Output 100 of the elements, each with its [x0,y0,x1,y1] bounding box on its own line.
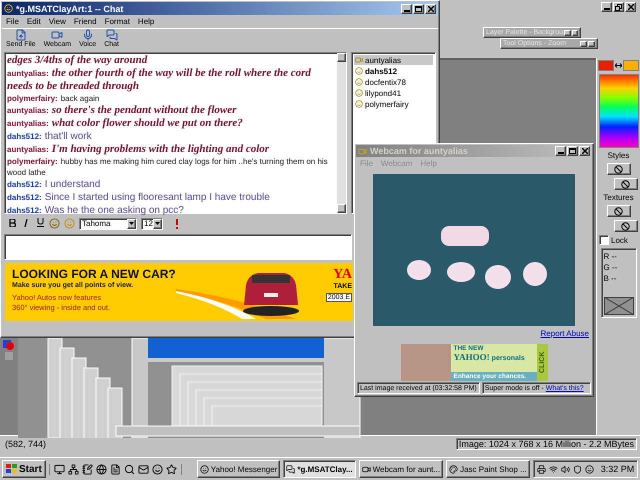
taskbar-button[interactable]: Yahoo! Messenger [196,460,280,478]
maximize-button[interactable] [567,146,578,156]
file-icon [14,29,27,41]
app-icon [362,464,371,474]
quick-launch-icon[interactable] [124,464,135,474]
quick-launch-icon[interactable] [138,464,149,474]
chat-message: polymerfairy: hubby has me making him cured clay logs for him ..he's turning them on his wood lathe [7,156,329,177]
italic-icon [23,218,29,226]
dropdown-arrow-icon [129,222,134,225]
style-button[interactable] [614,178,638,190]
alert-icon[interactable] [175,218,179,228]
color-spectrum[interactable] [598,74,638,148]
window-title: *g.MSATClayArt:1 -- Chat [16,4,124,14]
tray-icon[interactable] [548,464,558,474]
minimize-button[interactable] [401,4,412,14]
webcam-icon [358,146,367,156]
style-button[interactable] [606,163,630,175]
close-button[interactable] [425,4,436,14]
tray-icon[interactable] [572,464,582,474]
chat-message: dahs512: I understand [7,178,102,190]
taskbar-button[interactable]: *g.MSATClay... [283,460,356,478]
user-item[interactable]: lilypond41 [354,88,433,98]
app-icon [449,464,458,474]
chat-message: polymerfairy: back again [7,93,100,103]
tray-icon[interactable] [584,464,594,474]
smiley-icon [355,78,363,86]
smiley-icon [355,89,363,97]
quick-launch-icon[interactable] [54,464,65,474]
texture-button[interactable] [606,205,630,217]
user-item[interactable]: dahs512 [354,66,433,76]
maximize-icon [415,6,422,12]
quick-launch-icon[interactable] [110,464,121,474]
restore-button[interactable] [613,2,624,12]
dropdown-button[interactable] [580,40,587,46]
close-button[interactable] [625,2,636,12]
close-icon [628,4,634,10]
maximize-icon [569,148,576,154]
quick-launch-icon[interactable] [166,464,177,474]
chat-message: edges 3/4ths of the way around [7,53,148,66]
webcam-icon [355,56,363,64]
maximize-button[interactable] [413,4,424,14]
none-icon [621,180,630,188]
smiley-icon[interactable] [49,218,60,229]
underline-icon [36,218,44,227]
restore-icon [615,4,622,10]
bold-button[interactable] [7,218,17,228]
clock: 3:32 PM [600,464,634,474]
underline-button[interactable] [35,218,45,229]
chat-message: dahs512: Since I started using flooresant lamp I have trouble [7,191,271,203]
chat-message: auntyalias: the other fourth of the way will be the roll where the cord needs to be threaded through [7,66,312,92]
styles-label: Styles [608,151,630,160]
channel-reading: G -- [604,262,618,273]
quick-launch-icon[interactable] [152,464,163,474]
close-icon [428,6,434,12]
minimize-button[interactable] [555,146,566,156]
scrollbar[interactable] [337,53,346,213]
brand-text: YAHOO! [454,352,490,362]
start-button[interactable]: Start [2,460,46,478]
menu-item[interactable]: Format [104,17,130,26]
menu-item[interactable]: View [48,17,66,26]
taskbar-button[interactable]: Jasc Paint Shop ... [446,460,530,478]
menu-item[interactable]: File [6,17,19,26]
user-item[interactable]: docfentix78 [354,77,433,87]
report-abuse-link[interactable]: Report Abuse [540,329,589,338]
quick-launch-icon[interactable] [82,464,93,474]
background-color-swatch[interactable] [623,60,639,71]
size-select[interactable]: 12 [141,218,163,230]
lock-checkbox[interactable] [599,235,609,245]
window-title: Webcam for auntyalias [370,146,468,156]
close-button[interactable] [588,40,595,46]
swap-arrow-icon[interactable] [615,63,622,68]
chat-message: dahs512: Was he the one asking on pcc? [7,204,185,216]
webcam-icon [51,29,64,41]
channel-reading: R -- [604,251,617,262]
foreground-color-swatch[interactable] [598,60,614,71]
menu-item[interactable]: Help [138,17,154,26]
chat-message: auntyalias: I'm having problems with the lighting and color [7,142,270,155]
chat-message: auntyalias: so there's the pendant without the flower [7,103,238,116]
texture-button[interactable] [614,220,638,232]
taskbar-button[interactable]: Webcam for aunt... [358,460,444,478]
none-icon [614,164,623,174]
smiley-icon [355,67,363,75]
close-button[interactable] [572,30,578,36]
user-item[interactable]: auntyalias [354,55,433,65]
font-select[interactable]: Tahoma [79,218,137,230]
message-input[interactable] [4,234,352,260]
quick-launch-icon[interactable] [68,464,79,474]
chat-icon [106,29,118,41]
user-item[interactable]: polymerfairy [354,99,433,109]
textures-label: Textures [603,193,634,202]
menu-item[interactable]: Edit [26,17,41,26]
channel-reading: B -- [604,273,616,284]
quick-launch-icon[interactable] [96,464,107,474]
photo-placeholder [400,344,450,381]
tray-icon[interactable] [560,464,570,474]
dropdown-button[interactable] [564,30,571,36]
tray-icon[interactable] [536,464,546,474]
menu-item[interactable]: Friend [74,17,97,26]
close-button[interactable] [579,146,590,156]
minimize-button[interactable] [601,2,612,12]
